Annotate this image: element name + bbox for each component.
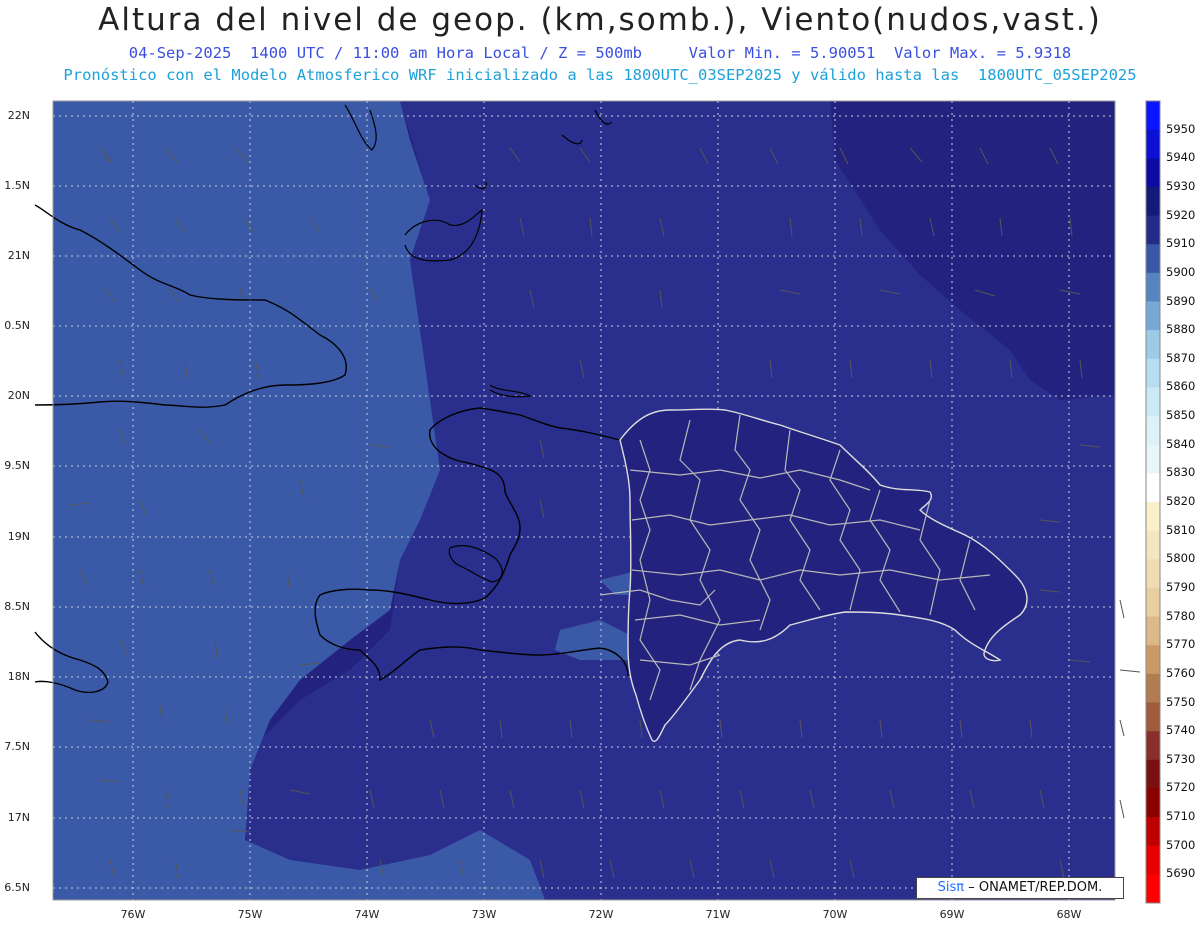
lon-label: 74W — [354, 908, 380, 921]
lon-label: 71W — [705, 908, 731, 921]
colorbar-swatch — [1146, 101, 1160, 131]
colorbar-swatch — [1146, 817, 1160, 847]
colorbar-label: 5880 — [1166, 322, 1196, 337]
colorbar-label: 5790 — [1166, 579, 1196, 594]
colorbar-label: 5710 — [1166, 809, 1196, 824]
lon-label: 69W — [939, 908, 965, 921]
colorbar-swatch — [1146, 330, 1160, 360]
colorbar-label: 5920 — [1166, 207, 1196, 222]
colorbar-label: 5910 — [1166, 236, 1196, 251]
colorbar-swatch — [1146, 387, 1160, 417]
lat-label: 18N — [7, 670, 30, 683]
colorbar-label: 5700 — [1166, 837, 1196, 852]
colorbar-swatch — [1146, 272, 1160, 302]
lat-label: 20N — [7, 389, 30, 402]
colorbar-label: 5950 — [1166, 121, 1196, 136]
lon-label: 75W — [237, 908, 263, 921]
lat-label: 0.5N — [4, 319, 30, 332]
colorbar-label: 5900 — [1166, 264, 1196, 279]
colorbar-label: 5730 — [1166, 751, 1196, 766]
colorbar-swatch — [1146, 473, 1160, 503]
colorbar-label: 5860 — [1166, 379, 1196, 394]
lat-label: 9.5N — [4, 459, 30, 472]
lat-label: 7.5N — [4, 740, 30, 753]
colorbar-swatch — [1146, 645, 1160, 675]
colorbar-label: 5830 — [1166, 465, 1196, 480]
colorbar-label: 5690 — [1166, 866, 1196, 881]
colorbar-swatch — [1146, 874, 1160, 904]
colorbar-swatch — [1146, 788, 1160, 818]
colorbar-label: 5870 — [1166, 350, 1196, 365]
lat-label: 8.5N — [4, 600, 30, 613]
colorbar-label: 5820 — [1166, 494, 1196, 508]
colorbar-swatch — [1146, 616, 1160, 646]
colorbar-label: 5740 — [1166, 723, 1196, 738]
lat-label: 21N — [7, 249, 30, 262]
lon-label: 76W — [120, 908, 146, 921]
colorbar — [1145, 100, 1161, 904]
colorbar-swatch — [1146, 502, 1160, 532]
lon-label: 72W — [588, 908, 614, 921]
lon-label: 73W — [471, 908, 497, 921]
lon-label: 70W — [822, 908, 848, 921]
colorbar-swatch — [1146, 186, 1160, 217]
colorbar-label: 5850 — [1166, 408, 1196, 423]
colorbar-label: 5720 — [1166, 780, 1196, 795]
lat-label: 6.5N — [4, 881, 30, 894]
colorbar-swatch — [1146, 731, 1160, 761]
colorbar-label: 5760 — [1166, 665, 1196, 680]
lat-label: 22N — [7, 109, 30, 122]
colorbar-swatch — [1146, 759, 1160, 789]
colorbar-swatch — [1146, 530, 1160, 560]
colorbar-label: 5840 — [1166, 436, 1196, 451]
colorbar-swatch — [1146, 416, 1160, 446]
colorbar-swatch — [1146, 244, 1160, 274]
colorbar-label: 5770 — [1166, 637, 1196, 652]
colorbar-swatch — [1146, 444, 1160, 474]
lon-label: 68W — [1056, 908, 1082, 921]
colorbar-swatch — [1146, 845, 1160, 875]
lat-label: 1.5N — [4, 179, 30, 192]
colorbar-label: 5890 — [1166, 293, 1196, 308]
colorbar-swatch — [1146, 358, 1160, 388]
lat-label: 17N — [7, 811, 30, 824]
credit-brand: Sisπ — [937, 880, 965, 895]
colorbar-label: 5780 — [1166, 608, 1196, 623]
colorbar-label: 5810 — [1166, 522, 1196, 537]
colorbar-swatch — [1146, 702, 1160, 732]
colorbar-label: 5800 — [1166, 551, 1196, 566]
credit-text: – ONAMET/REP.DOM. — [968, 880, 1103, 895]
colorbar-swatch — [1146, 559, 1160, 589]
credit-box: Sisπ – ONAMET/REP.DOM. — [916, 877, 1124, 899]
colorbar-label: 5750 — [1166, 694, 1196, 709]
colorbar-swatch — [1146, 673, 1160, 703]
colorbar-swatch — [1146, 129, 1160, 159]
colorbar-swatch — [1146, 158, 1160, 188]
lat-label: 19N — [7, 530, 30, 543]
colorbar-swatch — [1146, 587, 1160, 618]
colorbar-label: 5940 — [1166, 150, 1196, 165]
colorbar-swatch — [1146, 301, 1160, 331]
forecast-map — [34, 100, 1161, 904]
colorbar-swatch — [1146, 215, 1160, 245]
colorbar-label: 5930 — [1166, 178, 1196, 193]
